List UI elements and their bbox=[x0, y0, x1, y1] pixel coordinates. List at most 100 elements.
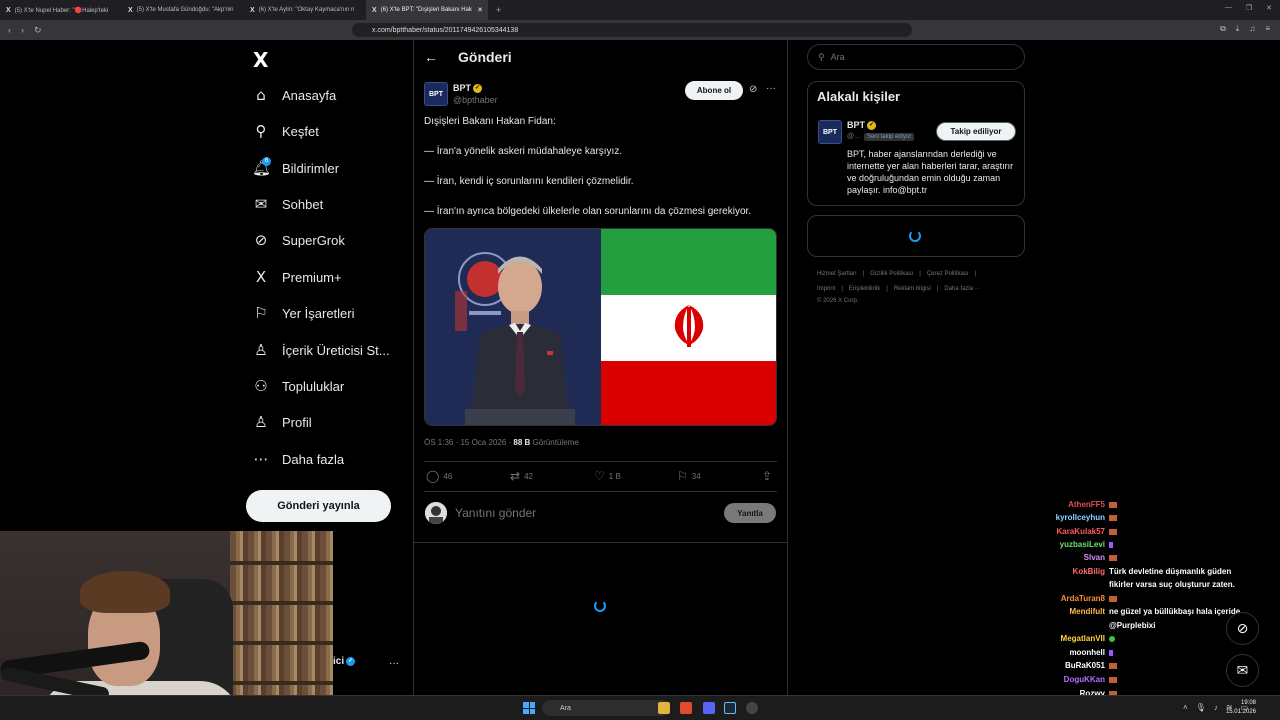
menu-icon[interactable]: ≡ bbox=[1265, 24, 1270, 34]
chevron-up-icon[interactable]: ˄ bbox=[1183, 703, 1188, 712]
chat-message: DoguKKan bbox=[1006, 675, 1117, 684]
browser-tab-active[interactable]: X (6) X'te BPT: "Dışişleri Bakanı Hak ✕ bbox=[366, 0, 488, 20]
reply-input[interactable]: Yanıtını gönder bbox=[455, 506, 536, 520]
divider bbox=[424, 491, 777, 492]
loading-spinner-icon bbox=[594, 600, 606, 612]
following-button[interactable]: Takip ediliyor bbox=[936, 122, 1016, 141]
subscribe-button[interactable]: Abone ol bbox=[685, 81, 743, 100]
account-name[interactable]: ici ✓ bbox=[333, 656, 356, 667]
reload-icon[interactable]: ↻ bbox=[34, 25, 42, 36]
nav-item-label: Daha fazla bbox=[282, 451, 345, 467]
reply-button[interactable]: Yanıtla bbox=[724, 503, 776, 523]
mic-icon[interactable]: 🎙︎ bbox=[1196, 703, 1206, 712]
taskbar: Ara ˄ 🎙︎ ♪ ≋ ▭ 19:08 15.01.2026 bbox=[0, 695, 1280, 720]
like-action[interactable]: ♡ 1 B bbox=[594, 469, 621, 483]
nav-item-daha-fazla[interactable]: ⋯ Daha fazla bbox=[252, 445, 345, 473]
footer-separator: | bbox=[919, 271, 921, 277]
avatar[interactable]: BPT bbox=[818, 120, 842, 144]
chat-text: Türk devletine düşmanlık güden bbox=[1109, 567, 1232, 576]
chat-username: KaraKulak57 bbox=[1056, 527, 1105, 536]
nav-item-premium[interactable]: X Premium+ bbox=[252, 263, 342, 291]
footer-link[interactable]: Gizlilik Politikası bbox=[870, 271, 913, 277]
nav-item-label: Topluluklar bbox=[282, 378, 345, 394]
reply-action[interactable]: ◯ 46 bbox=[426, 469, 452, 483]
clock[interactable]: 19:08 15.01.2026 bbox=[1226, 699, 1256, 717]
discord-icon[interactable] bbox=[703, 702, 715, 714]
repost-action[interactable]: ⇄ 42 bbox=[510, 469, 533, 483]
brave-browser-icon[interactable] bbox=[680, 702, 692, 714]
taskbar-search[interactable]: Ara bbox=[542, 700, 670, 716]
footer-link[interactable]: Daha fazla ··· bbox=[944, 286, 980, 292]
browser-tab[interactable]: X (5) X'te Mustafa Gündoğdu: "Akp'nin bbox=[122, 0, 244, 20]
url-field[interactable]: x.com/bptthaber/status/20117494261053441… bbox=[352, 23, 912, 37]
grok-fab-icon[interactable]: ⊘ bbox=[1226, 612, 1259, 645]
chat-emote-icon bbox=[1109, 554, 1117, 561]
new-tab-icon[interactable]: + bbox=[496, 5, 501, 15]
chat-username: yuzbasiLevi bbox=[1059, 540, 1105, 549]
nav-item-i-çerik-üreticisi-st[interactable]: ♙ İçerik Üreticisi St... bbox=[252, 336, 389, 364]
minimize-icon[interactable]: — bbox=[1225, 4, 1232, 12]
post-text-line: — İran'ın ayrıca bölgedeki ülkelerle ola… bbox=[424, 206, 752, 217]
post-image[interactable] bbox=[424, 228, 777, 426]
browser-tab[interactable]: X (5) X'te Nupel Haber: "🔴Halep'teki bbox=[0, 0, 122, 20]
related-person-name[interactable]: BPT ✓ bbox=[847, 120, 876, 131]
nav-item-label: SuperGrok bbox=[282, 232, 345, 248]
footer-link[interactable]: Hizmet Şartları bbox=[817, 271, 857, 277]
chat-username: MegatlanVII bbox=[1060, 634, 1105, 643]
nav-item-sohbet[interactable]: ✉ Sohbet bbox=[252, 190, 324, 218]
x-logo-icon: X bbox=[255, 268, 267, 286]
nav-item-topluluklar[interactable]: ⚇ Topluluklar bbox=[252, 372, 344, 400]
chat-message: BuRaK051 bbox=[1006, 661, 1117, 670]
chat-username: Mendifult bbox=[1069, 607, 1105, 616]
browser-tab[interactable]: X (6) X'te Aylin: "Oktay Kaymaca'nın n bbox=[244, 0, 366, 20]
back-arrow-icon[interactable]: ← bbox=[424, 49, 438, 65]
author-handle[interactable]: @bpthaber bbox=[453, 95, 498, 105]
chat-emote-icon bbox=[1109, 595, 1117, 602]
nav-item-anasayfa[interactable]: ⌂ Anasayfa bbox=[252, 81, 336, 109]
search-icon: ⚲ bbox=[255, 122, 267, 140]
author-name[interactable]: BPT ✓ bbox=[453, 83, 482, 94]
footer-link[interactable]: Imprint bbox=[817, 286, 835, 292]
speaker-icon[interactable]: ♪ bbox=[1214, 703, 1218, 712]
grok-icon[interactable]: ⊘ bbox=[749, 84, 757, 95]
grok-icon: ⊘ bbox=[254, 231, 268, 249]
footer-links: Hizmet Şartları | Gizlilik Politikası | Çere… bbox=[817, 267, 1022, 282]
more-options-icon[interactable]: ··· bbox=[766, 83, 776, 94]
post-button[interactable]: Gönderi yayınla bbox=[246, 490, 391, 522]
chat-message: Slvan bbox=[1006, 553, 1117, 562]
steam-icon[interactable] bbox=[724, 702, 736, 714]
divider bbox=[424, 461, 777, 462]
footer-separator: | bbox=[974, 271, 977, 277]
search-input[interactable]: ⚲ Ara bbox=[807, 44, 1025, 70]
x-favicon-icon: X bbox=[128, 6, 133, 14]
footer-link[interactable]: Çerez Politikası bbox=[927, 271, 969, 277]
messages-fab-icon[interactable]: ✉ bbox=[1226, 654, 1259, 687]
x-logo-icon[interactable]: X bbox=[253, 48, 268, 72]
obs-icon[interactable] bbox=[746, 702, 758, 714]
footer-link[interactable]: Reklam bilgisi bbox=[894, 286, 931, 292]
back-icon[interactable]: ‹ bbox=[8, 25, 11, 36]
nav-item-keşfet[interactable]: ⚲ Keşfet bbox=[252, 117, 319, 145]
share-action[interactable]: ⇪ bbox=[762, 469, 772, 483]
footer-link[interactable]: Erişilebilirlik bbox=[849, 286, 880, 292]
copyright: © 2026 X Corp. bbox=[817, 298, 859, 304]
close-window-icon[interactable]: ✕ bbox=[1266, 4, 1272, 12]
chat-username: KokBilig bbox=[1072, 567, 1105, 576]
nav-item-supergrok[interactable]: ⊘ SuperGrok bbox=[252, 226, 345, 254]
nav-item-profil[interactable]: ♙ Profil bbox=[252, 408, 311, 436]
account-more-icon[interactable]: ··· bbox=[389, 658, 399, 669]
post-text-line: Dışişleri Bakanı Hakan Fidan: bbox=[424, 116, 556, 127]
maximize-icon[interactable]: ❐ bbox=[1246, 4, 1252, 12]
media-icon[interactable]: ♫ bbox=[1249, 24, 1255, 34]
avatar[interactable]: BPT bbox=[424, 82, 448, 106]
download-icon[interactable]: ⤓ bbox=[1236, 24, 1240, 34]
file-explorer-icon[interactable] bbox=[658, 702, 670, 714]
repost-icon: ⇄ bbox=[510, 469, 521, 483]
nav-item-yer-i-şaretleri[interactable]: ⚐ Yer İşaretleri bbox=[252, 299, 354, 327]
windows-start-icon[interactable] bbox=[523, 702, 535, 714]
heart-icon: ♡ bbox=[594, 469, 605, 483]
bookmark-action[interactable]: ⚐ 34 bbox=[677, 469, 701, 483]
forward-icon[interactable]: › bbox=[21, 25, 24, 36]
extensions-icon[interactable]: ⧉ bbox=[1220, 24, 1226, 34]
close-tab-icon[interactable]: ✕ bbox=[477, 6, 483, 14]
